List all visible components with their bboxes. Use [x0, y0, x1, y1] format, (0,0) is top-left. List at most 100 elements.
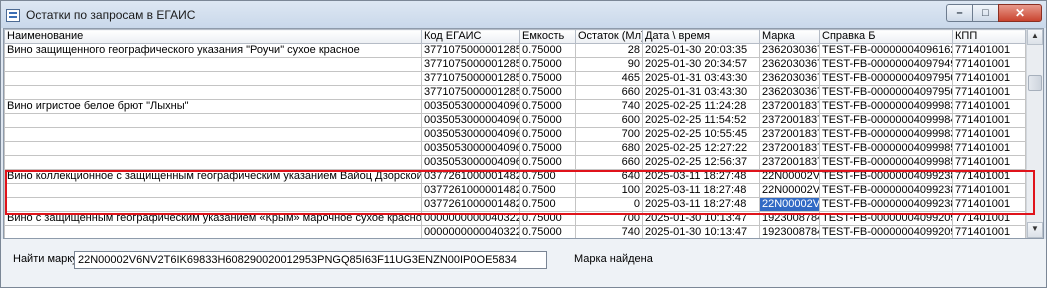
- scroll-thumb[interactable]: [1028, 75, 1042, 91]
- table-row[interactable]: Вино коллекционное с защищенным географи…: [4, 169, 1026, 184]
- table-cell[interactable]: 0.75000: [519, 99, 576, 114]
- table-cell[interactable]: 23720018376: [759, 99, 820, 114]
- table-cell[interactable]: 700: [575, 127, 643, 142]
- table-cell[interactable]: 90: [575, 57, 643, 72]
- table-cell[interactable]: 2025-02-25 10:55:45: [642, 127, 760, 142]
- table-cell[interactable]: 22N00002V6NV2T: [759, 197, 820, 212]
- table-cell[interactable]: 640: [575, 169, 643, 184]
- vertical-scrollbar[interactable]: ▲ ▼: [1026, 29, 1043, 238]
- table-row[interactable]: 377107500000128545350.75000902025-01-30 …: [4, 57, 1026, 72]
- table-cell[interactable]: 00350530000040962070: [421, 113, 520, 128]
- table-cell[interactable]: Вино коллекционное с защищенным географи…: [4, 169, 422, 184]
- table-cell[interactable]: 740: [575, 99, 643, 114]
- table-cell[interactable]: [4, 127, 422, 142]
- table-cell[interactable]: 771401001: [952, 71, 1026, 86]
- table-cell[interactable]: Вино защищенного географического указани…: [4, 43, 422, 58]
- table-cell[interactable]: 23720018376: [759, 127, 820, 142]
- table-cell[interactable]: 0.75000: [519, 43, 576, 58]
- stock-grid[interactable]: Наименование Код ЕГАИС Емкость Остаток (Мл)…: [3, 28, 1044, 239]
- table-cell[interactable]: TEST-FB-000000040999850: [819, 141, 953, 156]
- table-cell[interactable]: 19230087843: [759, 225, 820, 238]
- table-cell[interactable]: 771401001: [952, 183, 1026, 198]
- table-cell[interactable]: 0: [575, 197, 643, 212]
- table-row[interactable]: 377107500000128545350.750004652025-01-31…: [4, 71, 1026, 86]
- table-cell[interactable]: 2025-01-31 03:43:30: [642, 71, 760, 86]
- scroll-down-button[interactable]: ▼: [1027, 222, 1043, 238]
- table-cell[interactable]: [4, 197, 422, 212]
- table-cell[interactable]: 771401001: [952, 141, 1026, 156]
- table-cell[interactable]: 771401001: [952, 43, 1026, 58]
- table-cell[interactable]: 700: [575, 211, 643, 226]
- table-cell[interactable]: 28: [575, 43, 643, 58]
- close-button[interactable]: ✕: [998, 4, 1042, 22]
- column-header[interactable]: Марка: [759, 29, 820, 44]
- table-cell[interactable]: 771401001: [952, 197, 1026, 212]
- table-cell[interactable]: 37710750000012854535: [421, 71, 520, 86]
- table-cell[interactable]: TEST-FB-000000040979506: [819, 71, 953, 86]
- table-cell[interactable]: 771401001: [952, 225, 1026, 238]
- table-cell[interactable]: 00350530000040962070: [421, 127, 520, 142]
- table-cell[interactable]: [4, 71, 422, 86]
- table-cell[interactable]: 0.7500: [519, 197, 576, 212]
- table-cell[interactable]: 680: [575, 141, 643, 156]
- table-cell[interactable]: [4, 141, 422, 156]
- table-cell[interactable]: 22N00002V6NV2T: [759, 169, 820, 184]
- table-cell[interactable]: 23720018376: [759, 155, 820, 170]
- table-cell[interactable]: 100: [575, 183, 643, 198]
- table-cell[interactable]: 0.75000: [519, 85, 576, 100]
- table-cell[interactable]: 00350530000040962070: [421, 155, 520, 170]
- column-header[interactable]: Справка Б: [819, 29, 953, 44]
- table-cell[interactable]: 37710750000012854535: [421, 43, 520, 58]
- table-cell[interactable]: Вино игристое белое брют "Лыхны": [4, 99, 422, 114]
- table-cell[interactable]: 19230087843: [759, 211, 820, 226]
- table-cell[interactable]: 0.75000: [519, 127, 576, 142]
- table-cell[interactable]: 22N00002V6NV2T: [759, 183, 820, 198]
- table-cell[interactable]: 2025-02-25 12:56:37: [642, 155, 760, 170]
- table-cell[interactable]: 2025-01-30 10:13:47: [642, 225, 760, 238]
- table-cell[interactable]: 465: [575, 71, 643, 86]
- table-cell[interactable]: [4, 225, 422, 238]
- table-row[interactable]: 037726100000148291000.750002025-03-11 18…: [4, 197, 1026, 212]
- table-cell[interactable]: 0.75000: [519, 211, 576, 226]
- table-cell[interactable]: 771401001: [952, 211, 1026, 226]
- table-cell[interactable]: 00000000000403222133: [421, 225, 520, 238]
- table-cell[interactable]: 2025-02-25 12:27:22: [642, 141, 760, 156]
- table-cell[interactable]: 00350530000040962070: [421, 99, 520, 114]
- table-row[interactable]: Вино защищенного географического указани…: [4, 43, 1026, 58]
- table-cell[interactable]: 23620303677: [759, 57, 820, 72]
- table-cell[interactable]: 2025-03-11 18:27:48: [642, 183, 760, 198]
- column-header[interactable]: Емкость: [519, 29, 576, 44]
- table-cell[interactable]: [4, 155, 422, 170]
- table-cell[interactable]: TEST-FB-000000040999834: [819, 127, 953, 142]
- table-cell[interactable]: 0.75000: [519, 113, 576, 128]
- table-cell[interactable]: 0.75000: [519, 141, 576, 156]
- title-bar[interactable]: Остатки по запросам в ЕГАИС – □ ✕: [1, 1, 1046, 28]
- table-cell[interactable]: 00350530000040962070: [421, 141, 520, 156]
- column-header[interactable]: Наименование: [4, 29, 422, 44]
- search-input[interactable]: [74, 251, 547, 269]
- scroll-up-button[interactable]: ▲: [1027, 29, 1043, 45]
- table-row[interactable]: 377107500000128545350.750006602025-01-31…: [4, 85, 1026, 100]
- table-row[interactable]: Вино игристое белое брют "Лыхны" 00350530…: [4, 99, 1026, 114]
- table-cell[interactable]: 2025-01-30 10:13:47: [642, 211, 760, 226]
- table-cell[interactable]: [4, 57, 422, 72]
- table-cell[interactable]: 03772610000014829100: [421, 183, 520, 198]
- maximize-button[interactable]: □: [972, 4, 998, 22]
- table-cell[interactable]: TEST-FB-000000040999853: [819, 155, 953, 170]
- table-cell[interactable]: 0.75000: [519, 57, 576, 72]
- table-row[interactable]: 003505300000409620700.750006802025-02-25…: [4, 141, 1026, 156]
- table-cell[interactable]: 00000000000403222133: [421, 211, 520, 226]
- table-cell[interactable]: TEST-FB-000000040992095: [819, 225, 953, 238]
- table-cell[interactable]: TEST-FB-000000040992095: [819, 211, 953, 226]
- table-cell[interactable]: TEST-FB-000000040992387: [819, 183, 953, 198]
- column-header[interactable]: Остаток (Мл): [575, 29, 643, 44]
- table-cell[interactable]: Вино с защищенным географическим указани…: [4, 211, 422, 226]
- table-cell[interactable]: 660: [575, 85, 643, 100]
- table-cell[interactable]: [4, 113, 422, 128]
- table-cell[interactable]: 0.7500: [519, 183, 576, 198]
- table-cell[interactable]: 2025-01-30 20:34:57: [642, 57, 760, 72]
- column-header[interactable]: Дата \ время: [642, 29, 760, 44]
- table-cell[interactable]: 0.75000: [519, 155, 576, 170]
- table-cell[interactable]: 771401001: [952, 113, 1026, 128]
- table-cell[interactable]: 600: [575, 113, 643, 128]
